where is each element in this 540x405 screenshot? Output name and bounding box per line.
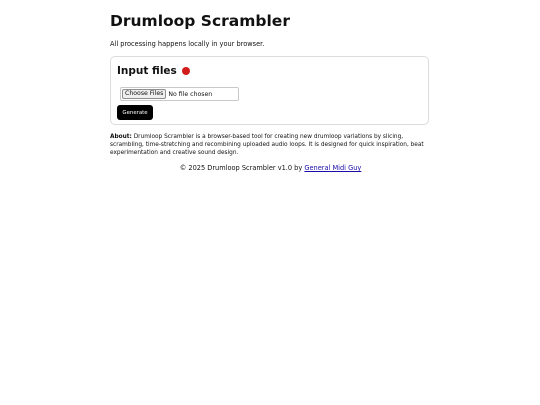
about-text: Drumloop Scrambler is a browser-based to… [110,134,424,157]
file-status-text: No file chosen [168,90,213,98]
input-files-heading: Input files [117,65,190,77]
about-section: About: Drumloop Scrambler is a browser-b… [110,133,431,158]
page-title: Drumloop Scrambler [110,12,290,30]
author-link[interactable]: General Midi Guy [304,164,361,172]
footer-text: © 2025 Drumloop Scrambler v1.0 by [179,164,303,172]
choose-files-button[interactable]: Choose Files [122,89,167,99]
input-files-title: Input files [117,65,177,77]
footer: © 2025 Drumloop Scrambler v1.0 by Genera… [110,164,431,172]
status-indicator-dot [181,67,190,75]
file-input[interactable]: Choose Files No file chosen [120,87,239,101]
page-subtitle: All processing happens locally in your b… [110,40,265,48]
about-label: About: [110,134,132,140]
generate-button[interactable]: Generate [117,105,153,120]
input-files-card: Input files Choose Files No file chosen … [110,56,429,125]
